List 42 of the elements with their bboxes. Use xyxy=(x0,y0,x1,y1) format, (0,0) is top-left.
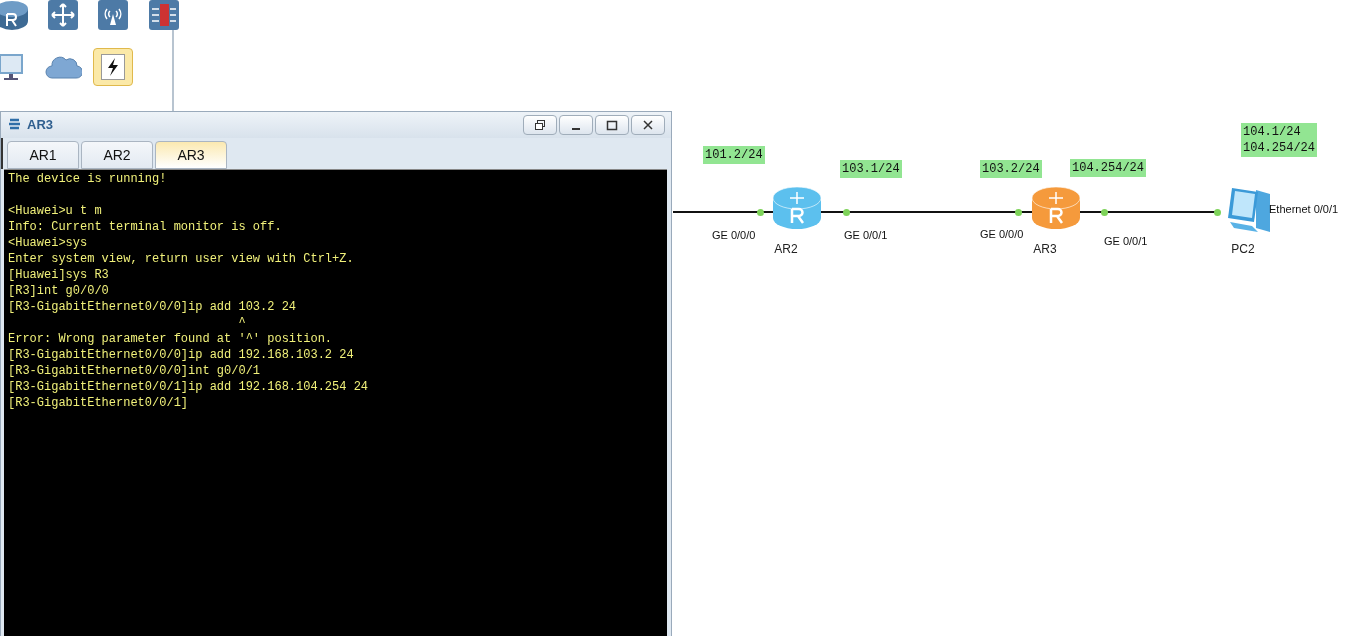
terminal-tab[interactable]: AR2 xyxy=(81,141,153,169)
terminal-tab[interactable]: AR3 xyxy=(155,141,227,169)
terminal-line: [R3]int g0/0/0 xyxy=(8,283,109,299)
port-label: GE 0/0/1 xyxy=(1104,234,1148,249)
terminal-line: <Huawei>u t m xyxy=(8,203,102,219)
port-label: GE 0/0/1 xyxy=(844,228,888,243)
ip-label: 103.2/24 xyxy=(980,160,1042,178)
palette-item[interactable] xyxy=(93,48,133,86)
port-label: GE 0/0/0 xyxy=(980,227,1024,242)
terminal-line: [R3-GigabitEthernet0/0/0]ip add 192.168.103.2 24 xyxy=(8,347,354,363)
close-icon xyxy=(642,119,654,131)
monitor-icon xyxy=(0,52,25,82)
port-label: Ethernet 0/0/1 xyxy=(1269,202,1339,217)
terminal-line: Error: Wrong parameter found at '^' position. xyxy=(8,331,333,347)
terminal-line: Info: Current terminal monitor is off. xyxy=(8,219,282,235)
ip-label: 104.254/24 xyxy=(1070,159,1146,177)
terminal-line: [R3-GigabitEthernet0/0/1] xyxy=(8,395,189,411)
minimize-button[interactable] xyxy=(559,115,593,135)
node-label: AR2 xyxy=(774,241,798,258)
maximize-button[interactable] xyxy=(595,115,629,135)
terminal-line: Enter system view, return user view with Ctrl+Z. xyxy=(8,251,354,267)
node-label: PC2 xyxy=(1231,241,1255,258)
ip-label: 101.2/24 xyxy=(703,146,765,164)
terminal-line: ^ xyxy=(237,315,246,331)
restore-icon xyxy=(534,119,546,131)
minimize-icon xyxy=(572,128,580,130)
lightning-icon xyxy=(101,54,125,80)
restore-button[interactable] xyxy=(523,115,557,135)
port-label: GE 0/0/0 xyxy=(712,228,756,243)
terminal-line: [Huawei]sys R3 xyxy=(8,267,109,283)
terminal-line: [R3-GigabitEthernet0/0/0]ip add 103.2 24 xyxy=(8,299,297,315)
ip-label: 103.1/24 xyxy=(840,160,902,178)
terminal-line: [R3-GigabitEthernet0/0/0]int g0/0/1 xyxy=(8,363,261,379)
maximize-icon xyxy=(606,119,618,131)
ip-label: 104.1/24 104.254/24 xyxy=(1241,123,1317,157)
terminal-line: The device is running! xyxy=(8,171,167,187)
terminal-line: [R3-GigabitEthernet0/0/1]ip add 192.168.104.254 24 xyxy=(8,379,369,395)
terminal-line: <Huawei>sys xyxy=(8,235,88,251)
window-title: AR3 xyxy=(27,116,53,135)
terminal-tab[interactable]: AR1 xyxy=(7,141,79,169)
node-label: AR3 xyxy=(1033,241,1057,258)
close-button[interactable] xyxy=(631,115,665,135)
